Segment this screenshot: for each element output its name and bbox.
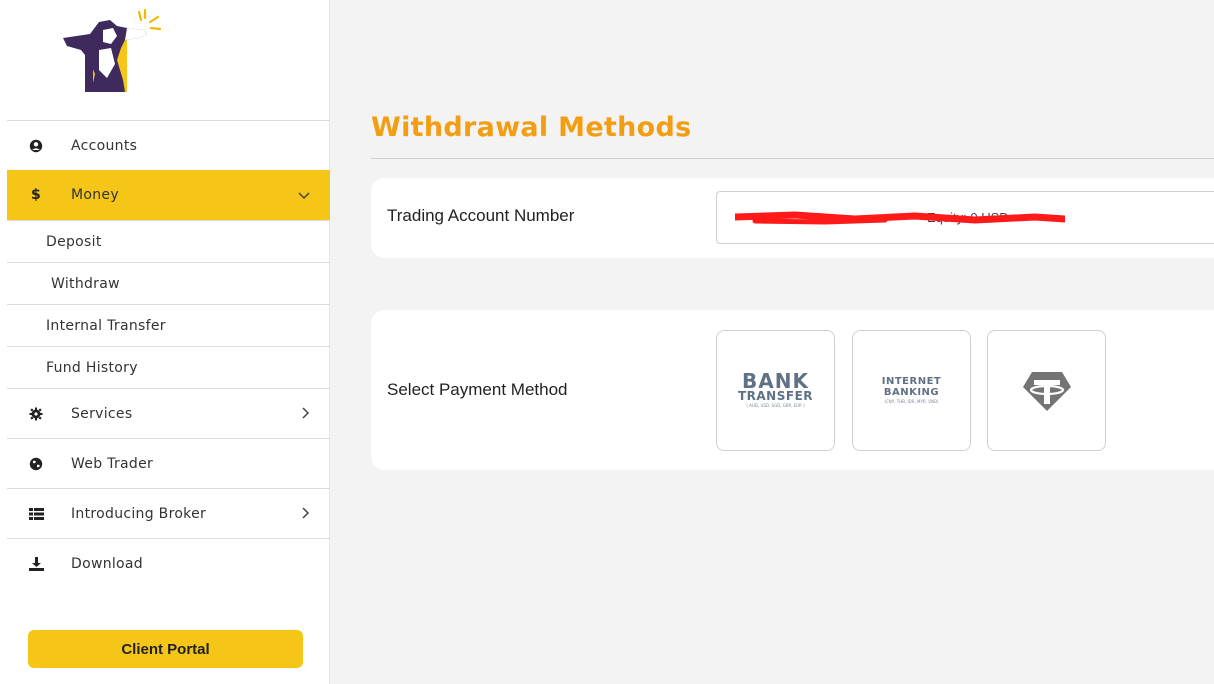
main-content: Withdrawal Methods Trading Account Numbe… bbox=[331, 0, 1214, 684]
chevron-right-icon bbox=[302, 405, 310, 423]
sidebar-item-label: Web Trader bbox=[71, 455, 154, 472]
internet-banking-subtitle: BANKING bbox=[883, 387, 940, 398]
sidebar-item-money[interactable]: $ Money bbox=[7, 170, 330, 220]
payment-method-label: Select Payment Method bbox=[387, 380, 568, 399]
redaction-mark bbox=[735, 211, 1065, 225]
client-portal-button[interactable]: Client Portal bbox=[28, 630, 303, 668]
list-icon bbox=[27, 506, 45, 522]
sidebar-item-label: Services bbox=[71, 405, 133, 422]
sidebar-item-web-trader[interactable]: Web Trader bbox=[7, 438, 330, 488]
bank-transfer-title: BANK bbox=[742, 369, 809, 393]
trading-account-card: Trading Account Number Equity: 0 USD bbox=[371, 178, 1214, 258]
sidebar-item-label: Introducing Broker bbox=[71, 505, 207, 522]
sidebar-item-label: Accounts bbox=[71, 137, 138, 154]
internet-banking-title: INTERNET bbox=[881, 376, 942, 387]
internet-banking-option[interactable]: INTERNET BANKING (CNY, THB, IDR, MYR, VN… bbox=[852, 330, 971, 451]
tether-icon bbox=[1022, 371, 1071, 411]
trading-account-label: Trading Account Number bbox=[387, 206, 575, 225]
sidebar-item-introducing-broker[interactable]: Introducing Broker bbox=[7, 488, 330, 538]
sidebar-subitem-internal-transfer[interactable]: Internal Transfer bbox=[7, 304, 330, 346]
logo-icon bbox=[63, 8, 162, 92]
chevron-down-icon bbox=[298, 186, 310, 204]
user-circle-icon bbox=[27, 138, 45, 154]
chevron-right-icon bbox=[302, 505, 310, 523]
sidebar-subitem-deposit[interactable]: Deposit bbox=[7, 220, 330, 262]
sidebar-nav: Accounts $ Money Deposit Withdraw Intern… bbox=[7, 120, 330, 588]
globe-icon bbox=[27, 456, 45, 472]
download-icon bbox=[27, 556, 45, 572]
sidebar: Accounts $ Money Deposit Withdraw Intern… bbox=[0, 0, 330, 684]
payment-method-card: Select Payment Method BANK TRANSFER ( AU… bbox=[371, 310, 1214, 470]
sidebar-item-label: Money bbox=[71, 187, 119, 203]
dollar-icon: $ bbox=[30, 187, 42, 203]
internet-banking-currencies: (CNY, THB, IDR, MYR, VND) bbox=[884, 399, 939, 404]
logo[interactable] bbox=[55, 0, 175, 95]
sidebar-item-download[interactable]: Download bbox=[7, 538, 330, 588]
page-title: Withdrawal Methods bbox=[371, 112, 692, 143]
sidebar-item-services[interactable]: Services bbox=[7, 388, 330, 438]
sidebar-item-label: Download bbox=[71, 555, 143, 572]
gear-icon bbox=[27, 406, 45, 422]
sidebar-subitem-fund-history[interactable]: Fund History bbox=[7, 346, 330, 388]
bank-transfer-option[interactable]: BANK TRANSFER ( AUD, USD, SGD, GBP, EUR … bbox=[716, 330, 835, 451]
trading-account-select[interactable]: Equity: 0 USD bbox=[716, 191, 1214, 244]
sidebar-subitem-withdraw[interactable]: Withdraw bbox=[7, 262, 330, 304]
sidebar-item-accounts[interactable]: Accounts bbox=[7, 120, 330, 170]
title-divider bbox=[371, 158, 1214, 159]
bank-transfer-currencies: ( AUD, USD, SGD, GBP, EUR ) bbox=[746, 403, 805, 408]
usdt-option[interactable] bbox=[987, 330, 1106, 451]
bank-transfer-subtitle: TRANSFER bbox=[737, 389, 814, 403]
